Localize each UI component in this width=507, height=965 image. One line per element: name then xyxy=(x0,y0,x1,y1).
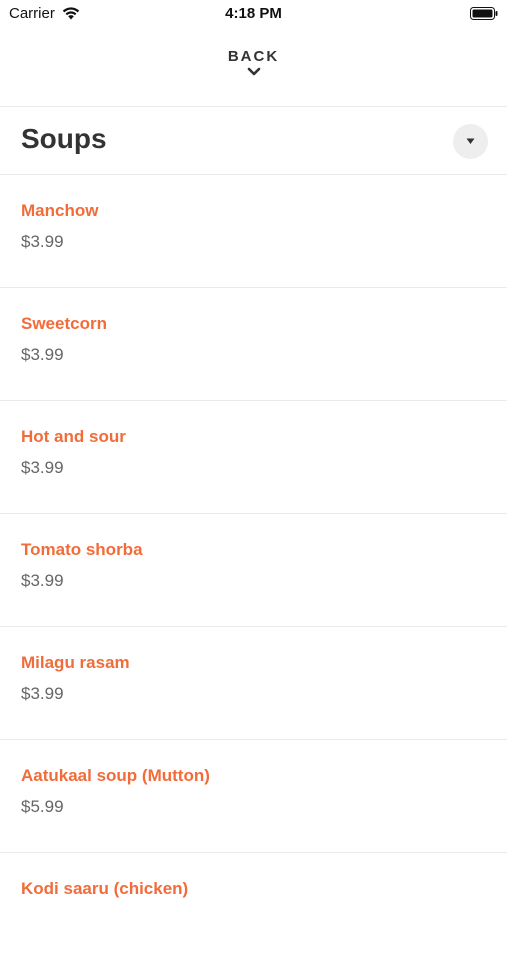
status-time: 4:18 PM xyxy=(225,5,282,22)
caret-down-icon xyxy=(466,138,475,144)
menu-item-name: Milagu rasam xyxy=(21,653,130,672)
category-dropdown-button[interactable] xyxy=(453,124,488,159)
menu-item-name: Tomato shorba xyxy=(21,540,143,559)
menu-item[interactable]: Kodi saaru (chicken) xyxy=(0,853,507,965)
menu-item-name: Sweetcorn xyxy=(21,314,107,333)
battery-icon xyxy=(470,7,498,20)
menu-item[interactable]: Aatukaal soup (Mutton) $5.99 xyxy=(0,740,507,853)
section-title: Soups xyxy=(21,123,107,154)
menu-item-name: Hot and sour xyxy=(21,427,126,446)
menu-item[interactable]: Sweetcorn $3.99 xyxy=(0,288,507,401)
menu-item-price: $3.99 xyxy=(21,232,64,251)
menu-item-price: $3.99 xyxy=(21,571,64,590)
menu-item-name: Kodi saaru (chicken) xyxy=(21,879,189,898)
header-divider xyxy=(0,106,507,107)
menu-item[interactable]: Tomato shorba $3.99 xyxy=(0,514,507,627)
menu-item-list: Manchow $3.99 Sweetcorn $3.99 Hot and so… xyxy=(0,175,507,965)
menu-item[interactable]: Milagu rasam $3.99 xyxy=(0,627,507,740)
menu-item-price: $3.99 xyxy=(21,458,64,477)
menu-item-price: $3.99 xyxy=(21,684,64,703)
chevron-down-icon xyxy=(247,67,260,76)
menu-item-name: Manchow xyxy=(21,201,99,220)
menu-item[interactable]: Manchow $3.99 xyxy=(0,175,507,288)
back-button[interactable]: BACK xyxy=(0,44,507,106)
back-label: BACK xyxy=(227,48,280,65)
menu-item-price: $3.99 xyxy=(21,345,64,364)
status-bar: Carrier 4:18 PM xyxy=(0,0,507,30)
menu-item[interactable]: Hot and sour $3.99 xyxy=(0,401,507,514)
menu-item-name: Aatukaal soup (Mutton) xyxy=(21,766,210,785)
menu-item-price: $5.99 xyxy=(21,797,64,816)
